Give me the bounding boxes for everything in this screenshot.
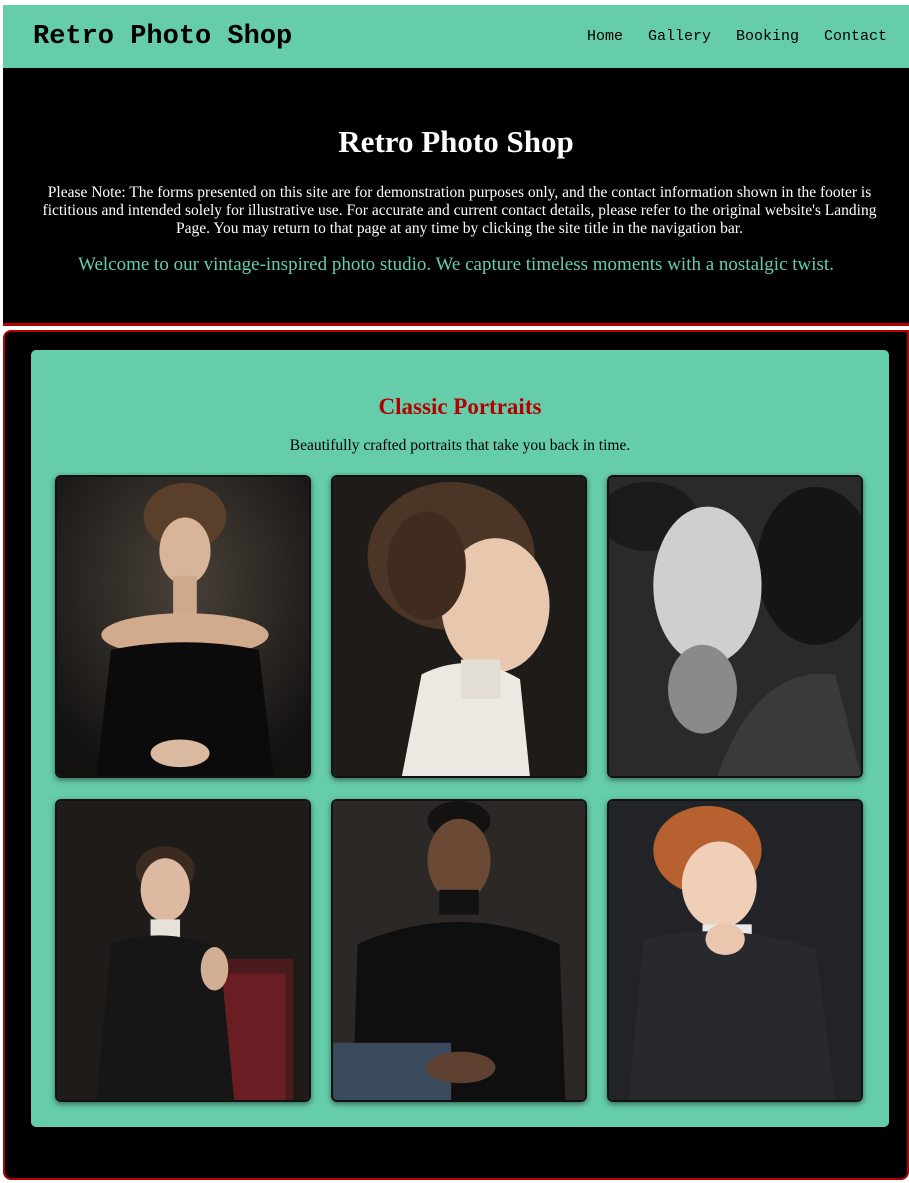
portrait-child-lace-collar[interactable] xyxy=(331,475,587,778)
portrait-man-vintage-chair[interactable] xyxy=(55,799,311,1102)
nav-link-home[interactable]: Home xyxy=(587,28,623,45)
gallery-card: Classic Portraits Beautifully crafted po… xyxy=(31,350,889,1127)
nav-link-contact[interactable]: Contact xyxy=(824,28,887,45)
gallery-section: Classic Portraits Beautifully crafted po… xyxy=(3,330,909,1180)
portrait-woman-black-white[interactable] xyxy=(607,475,863,778)
gallery-subheading: Beautifully crafted portraits that take … xyxy=(289,437,631,454)
portrait-man-black-turtleneck[interactable] xyxy=(331,799,587,1102)
navbar: Retro Photo Shop Home Gallery Booking Co… xyxy=(3,5,909,68)
demo-notice: Please Note: The forms presented on this… xyxy=(42,184,877,237)
nav-link-gallery[interactable]: Gallery xyxy=(648,28,711,45)
hero-section: Retro Photo Shop Please Note: The forms … xyxy=(3,68,909,326)
welcome-text: Welcome to our vintage-inspired photo st… xyxy=(78,254,834,275)
hero-title: Retro Photo Shop xyxy=(338,124,574,159)
portrait-woman-black-dress[interactable] xyxy=(55,475,311,778)
nav-links: Home Gallery Booking Contact xyxy=(587,28,887,45)
portrait-boy-suit[interactable] xyxy=(607,799,863,1102)
gallery-heading: Classic Portraits xyxy=(378,394,542,419)
site-title-link[interactable]: Retro Photo Shop xyxy=(33,22,292,52)
nav-link-booking[interactable]: Booking xyxy=(736,28,799,45)
